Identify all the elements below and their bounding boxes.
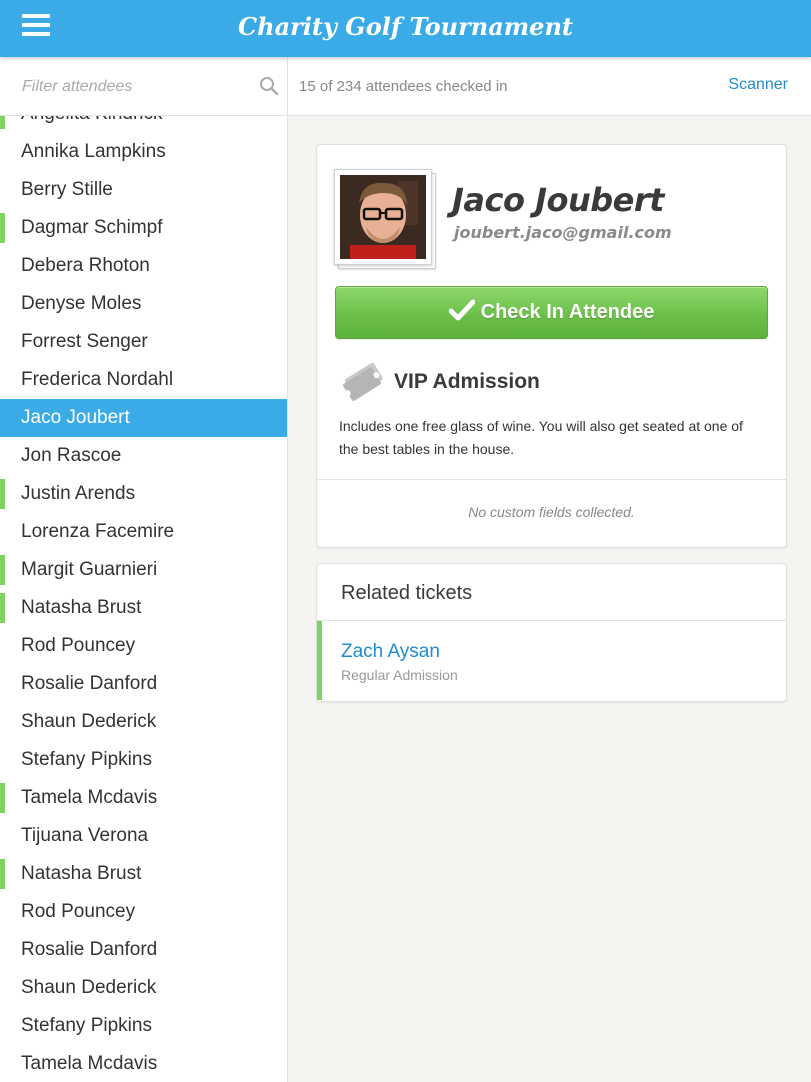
attendee-list-item[interactable]: Annika Lampkins bbox=[0, 133, 287, 171]
app-header: Charity Golf Tournament bbox=[0, 0, 811, 57]
attendee-list-item[interactable]: Berry Stille bbox=[0, 171, 287, 209]
attendee-list: Angelita KindrickAnnika LampkinsBerry St… bbox=[0, 116, 287, 1082]
related-tickets-card: Related tickets Zach Aysan Regular Admis… bbox=[316, 563, 787, 702]
avatar-photo bbox=[340, 175, 426, 259]
toolbar: 15 of 234 attendees checked in Scanner bbox=[0, 57, 811, 116]
divider bbox=[317, 479, 786, 480]
attendee-sidebar[interactable]: Angelita KindrickAnnika LampkinsBerry St… bbox=[0, 116, 288, 1082]
ticket-icon bbox=[343, 362, 383, 401]
attendee-list-item[interactable]: Frederica Nordahl bbox=[0, 361, 287, 399]
attendee-list-item[interactable]: Rosalie Danford bbox=[0, 931, 287, 969]
attendee-list-item[interactable]: Justin Arends bbox=[0, 475, 287, 513]
attendee-list-item[interactable]: Angelita Kindrick bbox=[0, 116, 287, 133]
filter-box bbox=[0, 57, 288, 115]
avatar bbox=[334, 169, 436, 269]
attendee-list-item[interactable]: Jon Rascoe bbox=[0, 437, 287, 475]
attendee-list-item[interactable]: Natasha Brust bbox=[0, 855, 287, 893]
checkmark-icon bbox=[448, 299, 476, 321]
attendee-list-item[interactable]: Natasha Brust bbox=[0, 589, 287, 627]
related-ticket-name[interactable]: Zach Aysan bbox=[341, 641, 440, 663]
attendee-list-item[interactable]: Tamela Mcdavis bbox=[0, 779, 287, 817]
attendee-list-item[interactable]: Shaun Dederick bbox=[0, 703, 287, 741]
attendee-list-item[interactable]: Forrest Senger bbox=[0, 323, 287, 361]
attendee-list-item[interactable]: Tamela Mcdavis bbox=[0, 1045, 287, 1082]
attendee-email: joubert.jaco@gmail.com bbox=[454, 223, 672, 242]
filter-input[interactable] bbox=[20, 75, 244, 99]
related-ticket-item[interactable]: Zach Aysan Regular Admission bbox=[317, 621, 786, 700]
app-title: Charity Golf Tournament bbox=[238, 12, 573, 41]
checked-in-indicator bbox=[317, 621, 322, 700]
search-icon[interactable] bbox=[259, 76, 279, 96]
attendee-list-item[interactable]: Stefany Pipkins bbox=[0, 1007, 287, 1045]
attendee-list-item[interactable]: Shaun Dederick bbox=[0, 969, 287, 1007]
attendee-list-item[interactable]: Jaco Joubert bbox=[0, 399, 287, 437]
attendee-list-item[interactable]: Debera Rhoton bbox=[0, 247, 287, 285]
attendee-name: Jaco Joubert bbox=[452, 181, 664, 219]
attendee-list-item[interactable]: Rod Pouncey bbox=[0, 627, 287, 665]
attendee-list-item[interactable]: Rod Pouncey bbox=[0, 893, 287, 931]
ticket-description: Includes one free glass of wine. You wil… bbox=[339, 418, 743, 457]
attendee-list-item[interactable]: Denyse Moles bbox=[0, 285, 287, 323]
check-in-button-content: Check In Attendee bbox=[336, 299, 767, 324]
ticket-type: VIP Admission bbox=[394, 370, 540, 393]
attendee-list-item[interactable]: Rosalie Danford bbox=[0, 665, 287, 703]
related-tickets-title: Related tickets bbox=[341, 582, 473, 604]
check-in-button[interactable]: Check In Attendee bbox=[335, 286, 768, 339]
custom-fields-message: No custom fields collected. bbox=[468, 504, 635, 520]
attendee-list-item[interactable]: Dagmar Schimpf bbox=[0, 209, 287, 247]
attendee-list-item[interactable]: Tijuana Verona bbox=[0, 817, 287, 855]
checked-in-status: 15 of 234 attendees checked in bbox=[299, 78, 508, 95]
related-ticket-type: Regular Admission bbox=[341, 667, 458, 683]
attendee-detail-card: Jaco Joubert joubert.jaco@gmail.com Chec… bbox=[316, 144, 787, 548]
attendee-list-item[interactable]: Lorenza Facemire bbox=[0, 513, 287, 551]
attendee-list-item[interactable]: Stefany Pipkins bbox=[0, 741, 287, 779]
scanner-link[interactable]: Scanner bbox=[728, 76, 788, 94]
check-in-label: Check In Attendee bbox=[480, 301, 655, 323]
attendee-list-item[interactable]: Margit Guarnieri bbox=[0, 551, 287, 589]
